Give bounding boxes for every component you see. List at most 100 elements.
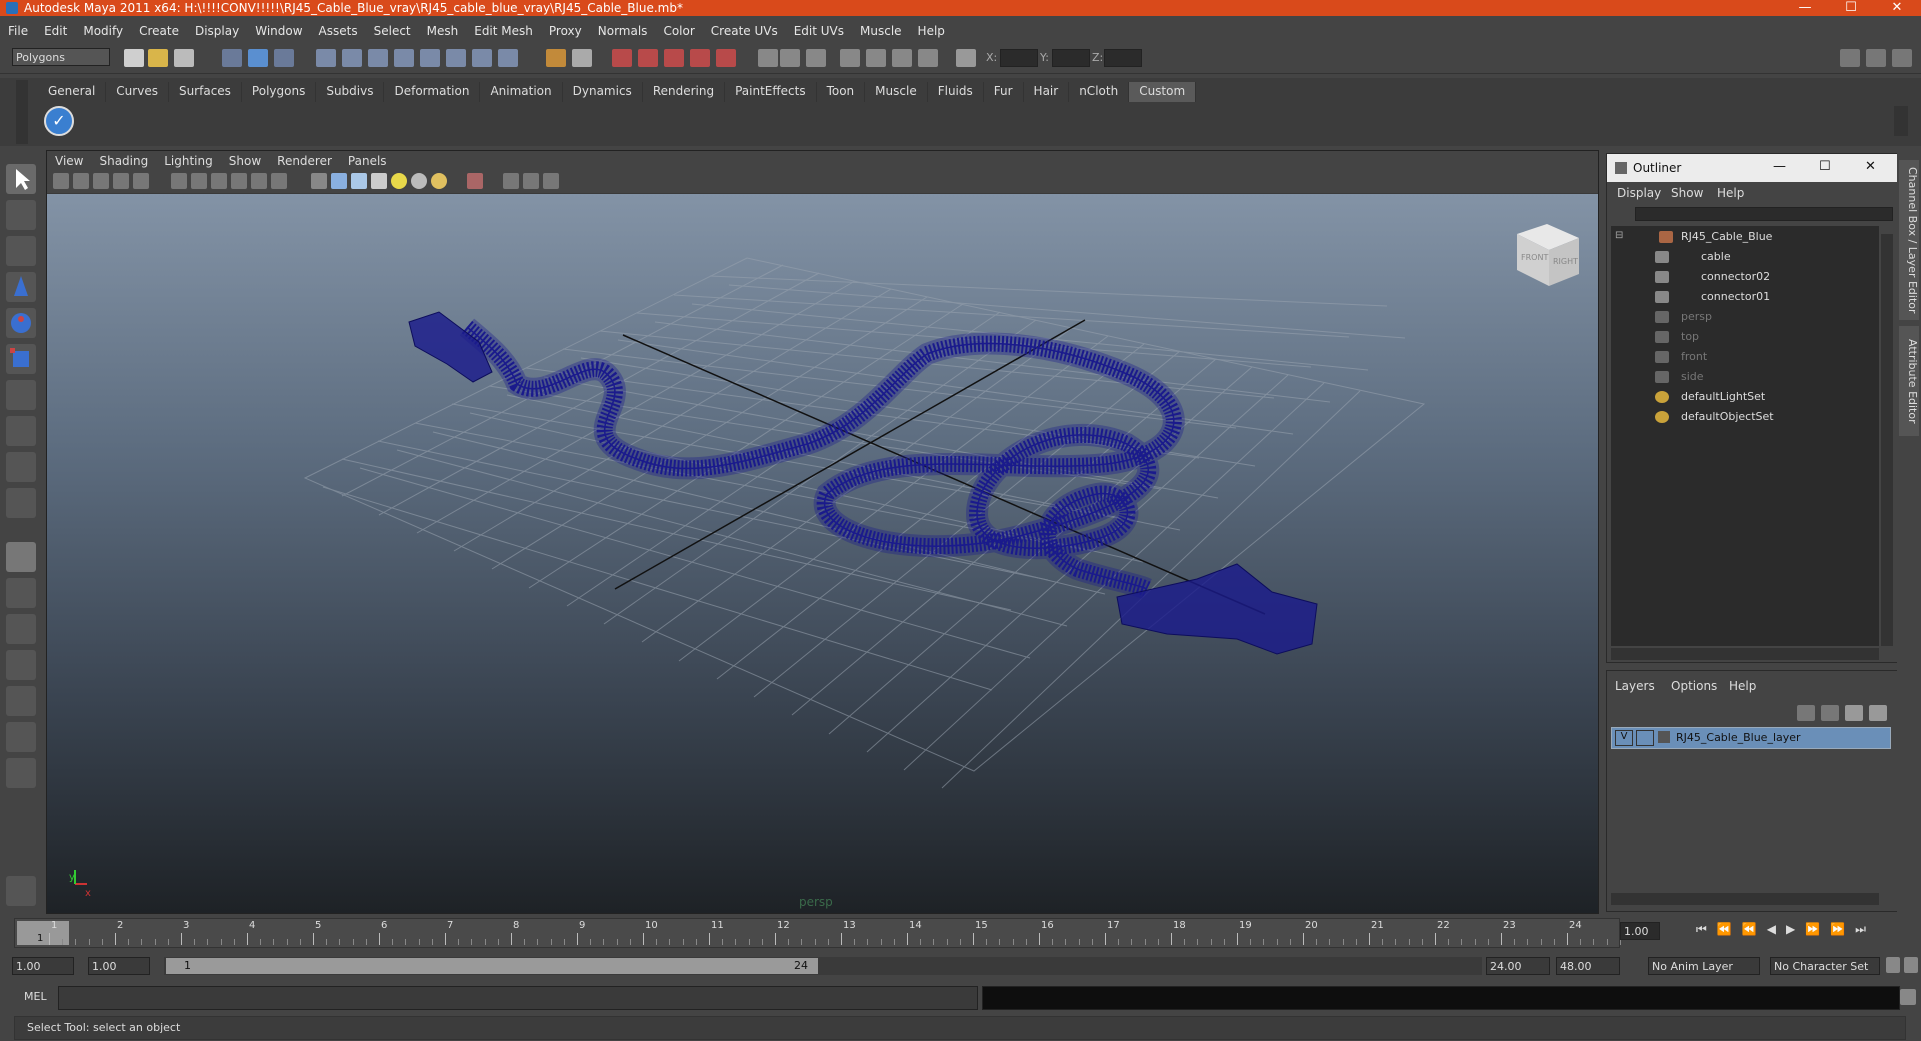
select-component-icon[interactable]	[274, 49, 294, 67]
anim-layer-dropdown[interactable]: No Anim Layer	[1648, 957, 1760, 975]
outliner-row-front[interactable]: front	[1611, 348, 1879, 366]
select-tool-icon[interactable]	[6, 164, 36, 194]
tool-settings-toggle-icon[interactable]	[1866, 49, 1886, 67]
snap-plane-icon[interactable]	[394, 49, 414, 67]
shelf-tab-rendering[interactable]: Rendering	[643, 82, 726, 102]
shelf-tab-curves[interactable]: Curves	[106, 82, 169, 102]
shelf-tab-surfaces[interactable]: Surfaces	[169, 82, 242, 102]
layers-menu-options[interactable]: Options	[1671, 679, 1717, 693]
new-scene-icon[interactable]	[124, 49, 144, 67]
step-forward-frame-icon[interactable]: ⏩	[1830, 922, 1855, 936]
persp-graph-layout-icon[interactable]	[6, 650, 36, 680]
shelf-tab-subdivs[interactable]: Subdivs	[316, 82, 385, 102]
menu-display[interactable]: Display	[187, 21, 247, 38]
menu-select[interactable]: Select	[366, 21, 419, 38]
gate-mask-icon[interactable]	[231, 173, 247, 189]
rotate-tool-icon[interactable]	[6, 308, 36, 338]
grid-toggle-icon[interactable]	[171, 173, 187, 189]
go-to-start-icon[interactable]: ⏮	[1696, 922, 1717, 936]
playback-start-field[interactable]: 1.00	[88, 957, 150, 975]
four-view-layout-icon[interactable]	[6, 578, 36, 608]
outliner-vertical-scrollbar[interactable]	[1881, 234, 1893, 646]
current-time-field[interactable]: 1.00	[1620, 922, 1660, 940]
shadows-icon[interactable]	[411, 173, 427, 189]
textured-icon[interactable]	[371, 173, 387, 189]
auto-key-icon[interactable]	[1886, 957, 1900, 973]
snap-view-icon[interactable]	[446, 49, 466, 67]
field-chart-icon[interactable]	[251, 173, 267, 189]
wireframe-on-shaded-icon[interactable]	[351, 173, 367, 189]
image-plane-icon[interactable]	[113, 173, 129, 189]
outliner-row-side[interactable]: side	[1611, 368, 1879, 386]
menu-edit-uvs[interactable]: Edit UVs	[786, 21, 852, 38]
layers-menu-layers[interactable]: Layers	[1615, 679, 1655, 693]
animation-start-field[interactable]: 1.00	[12, 957, 74, 975]
outliner-menu-show[interactable]: Show	[1671, 186, 1703, 200]
viewport-canvas[interactable]: FRONT RIGHT x y persp	[47, 194, 1598, 913]
new-empty-layer-icon[interactable]	[1845, 705, 1863, 721]
shelf-scroll-arrows[interactable]	[1894, 106, 1908, 136]
layer-row[interactable]: V RJ45_Cable_Blue_layer	[1611, 727, 1891, 749]
layers-menu-help[interactable]: Help	[1729, 679, 1756, 693]
shelf-tab-muscle[interactable]: Muscle	[865, 82, 928, 102]
outliner-filter-field[interactable]	[1635, 207, 1893, 221]
universal-manipulator-icon[interactable]	[6, 380, 36, 410]
render-current-icon[interactable]	[612, 49, 632, 67]
checkmark-shelf-icon[interactable]: ✓	[44, 106, 74, 136]
time-slider[interactable]: 1 1 2 3 4 5 6 7 8 9 10 11 12 13 14 15 16 17 18 19 20 21 22 23 2…	[0, 916, 1921, 952]
time-slider-track[interactable]: 1 1 2 3 4 5 6 7 8 9 10 11 12 13 14 15 16 17 18 19 20 21 22 23 2…	[14, 918, 1621, 948]
shelf-menu-handle[interactable]	[16, 80, 28, 144]
layout-menu-icon[interactable]	[6, 758, 36, 788]
outliner-row-connector01[interactable]: connector01	[1611, 288, 1879, 306]
outliner-menu-help[interactable]: Help	[1717, 186, 1744, 200]
outliner-row-top[interactable]: top	[1611, 328, 1879, 346]
menu-color[interactable]: Color	[655, 21, 702, 38]
layers-horizontal-scrollbar[interactable]	[1611, 893, 1879, 905]
menu-create-uvs[interactable]: Create UVs	[703, 21, 786, 38]
transform-numeric-icon[interactable]	[956, 49, 976, 67]
go-to-end-icon[interactable]: ⏭	[1855, 922, 1876, 936]
history-icon[interactable]	[472, 49, 492, 67]
rename-icon[interactable]	[780, 49, 800, 67]
animation-end-field[interactable]: 48.00	[1556, 957, 1620, 975]
play-forwards-icon[interactable]: ▶	[1786, 922, 1805, 936]
menu-normals[interactable]: Normals	[590, 21, 656, 38]
bookmarks-icon[interactable]	[93, 173, 109, 189]
command-input[interactable]	[58, 986, 978, 1010]
xray-joints-icon[interactable]	[523, 173, 539, 189]
default-lighting-icon[interactable]	[391, 173, 407, 189]
outliner-row-connector02[interactable]: connector02	[1611, 268, 1879, 286]
menu-edit-mesh[interactable]: Edit Mesh	[466, 21, 541, 38]
channel-box-layer-editor-tab[interactable]: Channel Box / Layer Editor	[1899, 160, 1919, 320]
script-editor-icon[interactable]	[1900, 989, 1916, 1005]
construction-history-icon[interactable]	[546, 49, 566, 67]
shelf-tab-hair[interactable]: Hair	[1024, 82, 1070, 102]
resolution-gate-icon[interactable]	[211, 173, 227, 189]
save-scene-icon[interactable]	[174, 49, 194, 67]
ui-element-4-icon[interactable]	[918, 49, 938, 67]
render-settings-icon[interactable]	[664, 49, 684, 67]
outliner-row-cable[interactable]: cable	[1611, 248, 1879, 266]
collapse-toggle-icon[interactable]: ⊟	[1615, 230, 1623, 241]
snap-live-icon[interactable]	[420, 49, 440, 67]
character-set-dropdown[interactable]: No Character Set	[1770, 957, 1880, 975]
menu-window[interactable]: Window	[247, 21, 310, 38]
help-icon[interactable]	[498, 49, 518, 67]
persp-outliner-layout-icon[interactable]	[6, 614, 36, 644]
minimize-button[interactable]: —	[1783, 0, 1827, 16]
isolate-icon[interactable]	[572, 49, 592, 67]
vp-menu-panels[interactable]: Panels	[340, 151, 395, 168]
show-manipulator-icon[interactable]	[6, 452, 36, 482]
menu-assets[interactable]: Assets	[311, 21, 366, 38]
2d-pan-zoom-icon[interactable]	[133, 173, 149, 189]
ui-element-1-icon[interactable]	[840, 49, 860, 67]
shelf-tab-deformation[interactable]: Deformation	[384, 82, 481, 102]
soft-modification-icon[interactable]	[6, 416, 36, 446]
lasso-tool-icon[interactable]	[6, 200, 36, 230]
menu-muscle[interactable]: Muscle	[852, 21, 910, 38]
menu-edit[interactable]: Edit	[36, 21, 75, 38]
y-field[interactable]	[1052, 49, 1090, 67]
render-view-icon[interactable]	[716, 49, 736, 67]
outliner-minimize-button[interactable]: —	[1773, 159, 1786, 174]
vp-menu-shading[interactable]: Shading	[91, 151, 156, 168]
